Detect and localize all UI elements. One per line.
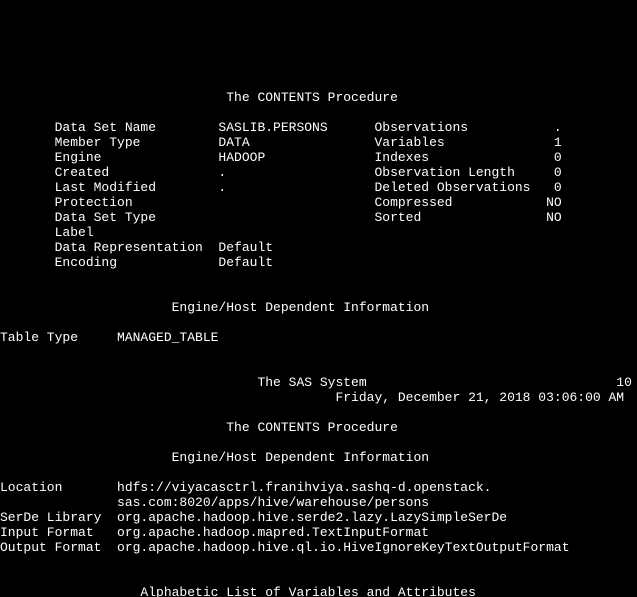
terminal-output: The CONTENTS Procedure Data Set Name SAS… [0,75,637,597]
